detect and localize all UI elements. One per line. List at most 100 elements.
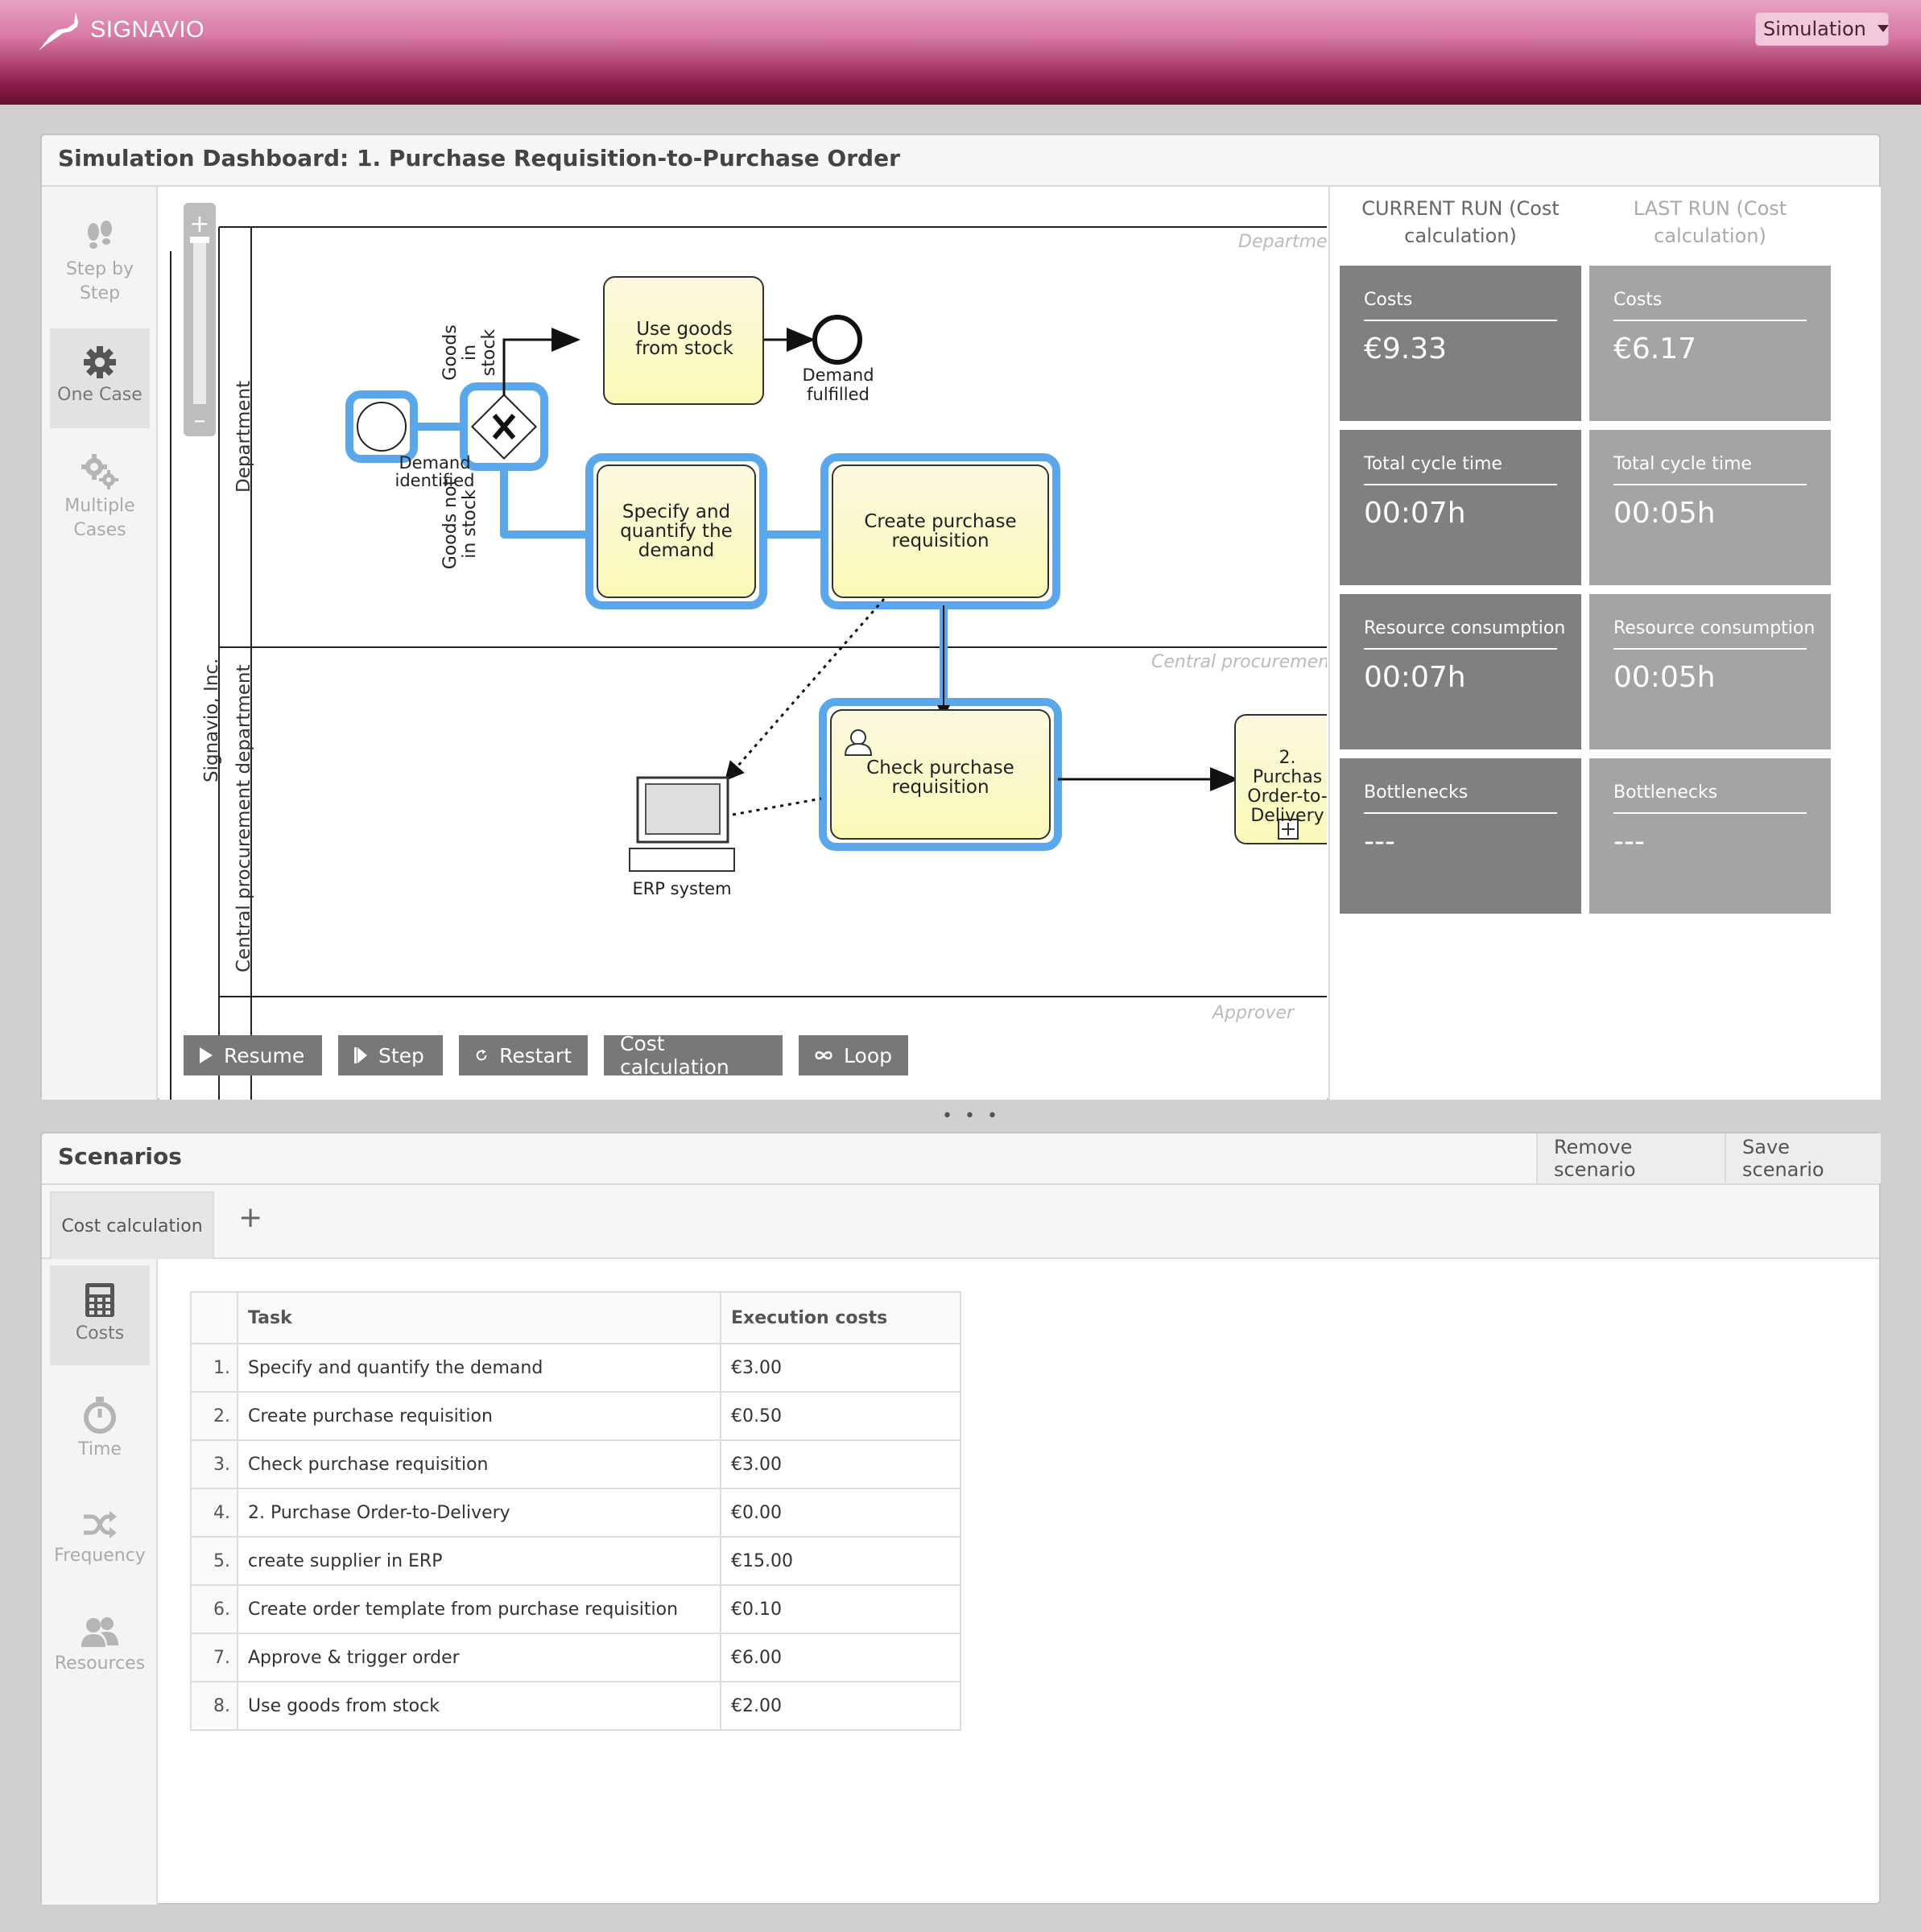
- resume-label: Resume: [224, 1043, 305, 1067]
- footsteps-icon: [88, 221, 112, 249]
- side-costs[interactable]: Costs: [50, 1265, 150, 1365]
- caret-down-icon: [1877, 25, 1888, 32]
- mode-label: One Case: [57, 385, 143, 405]
- row-index: 6.: [190, 1584, 238, 1634]
- cost-cell[interactable]: €2.00: [720, 1681, 961, 1731]
- tile-label: Total cycle time: [1364, 454, 1557, 485]
- cost-cell[interactable]: €3.00: [720, 1343, 961, 1393]
- last-cycle-time-tile: Total cycle time 00:05h: [1589, 430, 1831, 585]
- cost-cell[interactable]: €0.00: [720, 1488, 961, 1538]
- tile-label: Resource consumption: [1613, 618, 1815, 650]
- resume-button[interactable]: Resume: [184, 1035, 322, 1075]
- mode-multiple-cases[interactable]: Multiple Cases: [50, 448, 150, 555]
- row-index: 8.: [190, 1681, 238, 1731]
- people-icon: [81, 1617, 118, 1647]
- tile-value: 00:07h: [1364, 497, 1466, 530]
- task-specify-demand[interactable]: Specify and quantify the demand: [610, 502, 742, 560]
- row-index: 1.: [190, 1343, 238, 1393]
- loop-label: Loop: [844, 1043, 892, 1067]
- last-costs-tile: Costs €6.17: [1589, 266, 1831, 421]
- restart-label: Restart: [499, 1043, 572, 1067]
- run-statistics: CURRENT RUN (Cost calculation) LAST RUN …: [1328, 187, 1881, 1100]
- restart-button[interactable]: Restart: [459, 1035, 588, 1075]
- row-index: 5.: [190, 1536, 238, 1586]
- process-diagram-canvas[interactable]: + – Signavio, Inc. Department Central pr…: [159, 187, 1327, 1100]
- current-resource-tile: Resource consumption 00:07h: [1340, 594, 1581, 749]
- last-resource-tile: Resource consumption 00:05h: [1589, 594, 1831, 749]
- tile-label: Costs: [1364, 290, 1557, 321]
- side-label: Resources: [54, 1653, 146, 1674]
- mode-step-by-step[interactable]: Step by Step: [50, 214, 150, 319]
- task-column-header: Task: [237, 1291, 721, 1344]
- table-row[interactable]: 8. Use goods from stock €2.00: [190, 1681, 961, 1731]
- dashboard-title: Simulation Dashboard: 1. Purchase Requis…: [42, 135, 1879, 187]
- add-scenario-button[interactable]: +: [238, 1201, 262, 1234]
- table-row[interactable]: 6. Create order template from purchase re…: [190, 1584, 961, 1634]
- task-cell: Create purchase requisition: [237, 1391, 721, 1441]
- step-button[interactable]: Step: [338, 1035, 443, 1075]
- restart-icon: [476, 1049, 487, 1061]
- gateway-label-not-in-stock: Goods not in stock: [440, 478, 480, 570]
- panel-splitter-handle[interactable]: • • •: [942, 1106, 1001, 1126]
- table-row[interactable]: 5. create supplier in ERP €15.00: [190, 1536, 961, 1586]
- subprocess-purchase-order[interactable]: 2. Purchas Order-to- Delivery: [1243, 749, 1327, 826]
- scenario-select-button[interactable]: Cost calculation: [604, 1032, 783, 1079]
- mode-dropdown[interactable]: Simulation: [1755, 12, 1889, 46]
- tile-value: €6.17: [1613, 332, 1697, 365]
- task-check-requisition[interactable]: Check purchase requisition: [852, 758, 1029, 797]
- cost-cell[interactable]: €3.00: [720, 1439, 961, 1489]
- table-row[interactable]: 4. 2. Purchase Order-to-Delivery €0.00: [190, 1488, 961, 1538]
- index-header: [190, 1291, 238, 1344]
- tile-label: Bottlenecks: [1364, 782, 1557, 814]
- mode-label: Multiple Cases: [64, 496, 135, 540]
- calculator-icon: [85, 1283, 114, 1317]
- save-scenario-button[interactable]: Save scenario: [1725, 1133, 1881, 1183]
- cost-cell[interactable]: €15.00: [720, 1536, 961, 1586]
- task-use-goods[interactable]: Use goods from stock: [620, 320, 749, 358]
- task-cell: Use goods from stock: [237, 1681, 721, 1731]
- loop-icon: [815, 1051, 832, 1060]
- table-row[interactable]: 1. Specify and quantify the demand €3.00: [190, 1343, 961, 1393]
- mode-sidebar: Step by Step One Case Multiple Cases: [42, 187, 158, 1100]
- brand-name: SIGNAVIO: [90, 16, 205, 43]
- signavio-logo[interactable]: SIGNAVIO: [34, 5, 204, 55]
- cost-cell[interactable]: €0.10: [720, 1584, 961, 1634]
- gears-icon: [81, 454, 118, 489]
- cost-cell[interactable]: €0.50: [720, 1391, 961, 1441]
- row-index: 4.: [190, 1488, 238, 1538]
- table-row[interactable]: 7. Approve & trigger order €6.00: [190, 1633, 961, 1682]
- cost-cell[interactable]: €6.00: [720, 1633, 961, 1682]
- scenario-sidebar: Costs Time Frequency Resources: [42, 1259, 158, 1905]
- mode-label: Step by Step: [65, 259, 134, 303]
- scenario-label: Cost calculation: [620, 1032, 729, 1079]
- remove-scenario-button[interactable]: Remove scenario: [1536, 1133, 1725, 1183]
- shuffle-icon: [84, 1511, 117, 1538]
- task-cell: create supplier in ERP: [237, 1536, 721, 1586]
- end-event-label: Demand fulfilled: [802, 365, 874, 404]
- current-cycle-time-tile: Total cycle time 00:07h: [1340, 430, 1581, 585]
- stopwatch-icon: [84, 1397, 116, 1434]
- task-cell: Approve & trigger order: [237, 1633, 721, 1682]
- task-cell: Specify and quantify the demand: [237, 1343, 721, 1393]
- tile-value: 00:07h: [1364, 661, 1466, 694]
- side-resources[interactable]: Resources: [50, 1605, 150, 1694]
- mode-one-case[interactable]: One Case: [50, 328, 150, 428]
- current-costs-tile: Costs €9.33: [1340, 266, 1581, 421]
- side-label: Time: [78, 1439, 122, 1459]
- tab-cost-calculation[interactable]: Cost calculation: [50, 1191, 214, 1259]
- gear-icon: [84, 346, 116, 378]
- tile-label: Costs: [1613, 290, 1807, 321]
- last-run-header: LAST RUN (Cost calculation): [1633, 197, 1787, 247]
- task-cell: Check purchase requisition: [237, 1439, 721, 1489]
- table-row[interactable]: 2. Create purchase requisition €0.50: [190, 1391, 961, 1441]
- step-label: Step: [378, 1043, 424, 1067]
- scenarios-panel: Scenarios Remove scenario Save scenario …: [40, 1132, 1881, 1905]
- side-time[interactable]: Time: [50, 1388, 150, 1476]
- side-frequency[interactable]: Frequency: [50, 1497, 150, 1586]
- table-header-row: Task Execution costs: [190, 1291, 961, 1344]
- task-create-requisition[interactable]: Create purchase requisition: [852, 512, 1029, 551]
- loop-button[interactable]: Loop: [799, 1035, 908, 1075]
- current-bottlenecks-tile: Bottlenecks ---: [1340, 758, 1581, 914]
- table-row[interactable]: 3. Check purchase requisition €3.00: [190, 1439, 961, 1489]
- side-label: Costs: [75, 1323, 125, 1344]
